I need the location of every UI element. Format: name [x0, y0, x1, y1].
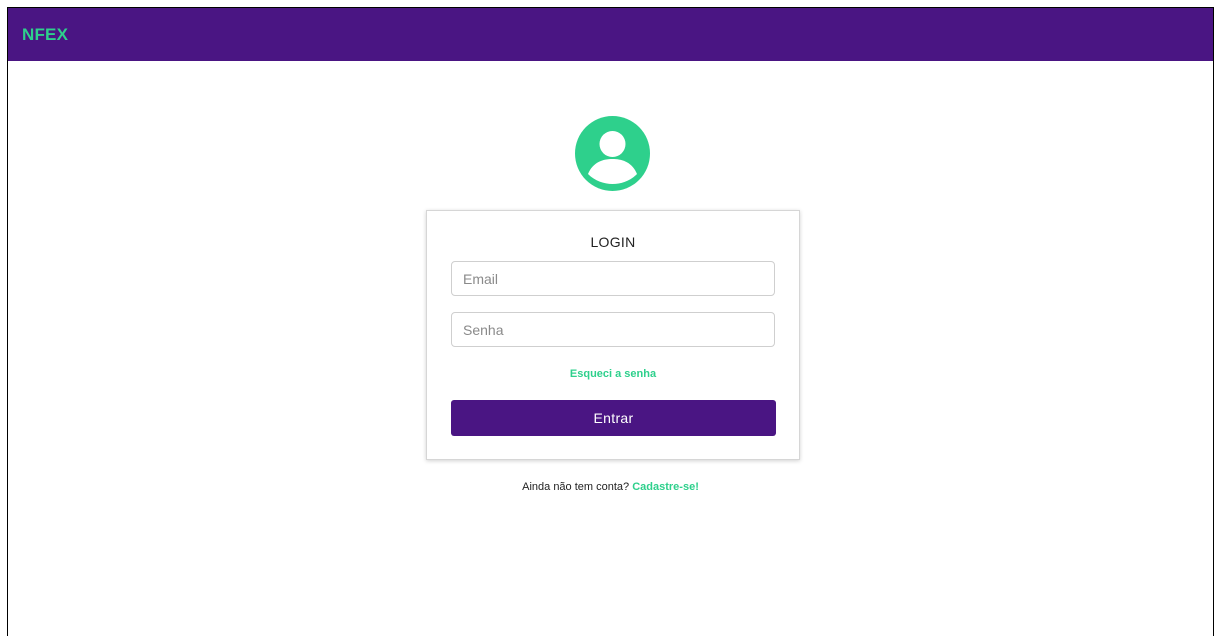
- login-submit-button[interactable]: Entrar: [451, 400, 776, 436]
- top-navbar: NFEX: [8, 8, 1213, 61]
- login-card: LOGIN Esqueci a senha Entrar: [426, 210, 800, 460]
- brand-logo-text[interactable]: NFEX: [22, 25, 68, 45]
- email-input[interactable]: [451, 261, 775, 296]
- user-avatar-icon: [575, 116, 650, 191]
- signup-prompt-text: Ainda não tem conta?: [522, 481, 630, 493]
- login-title: LOGIN: [590, 234, 636, 250]
- password-input[interactable]: [451, 312, 775, 347]
- forgot-password-link[interactable]: Esqueci a senha: [427, 368, 799, 380]
- signup-link[interactable]: Cadastre-se!: [632, 481, 699, 493]
- signup-prompt: Ainda não tem conta? Cadastre-se!: [0, 481, 1221, 493]
